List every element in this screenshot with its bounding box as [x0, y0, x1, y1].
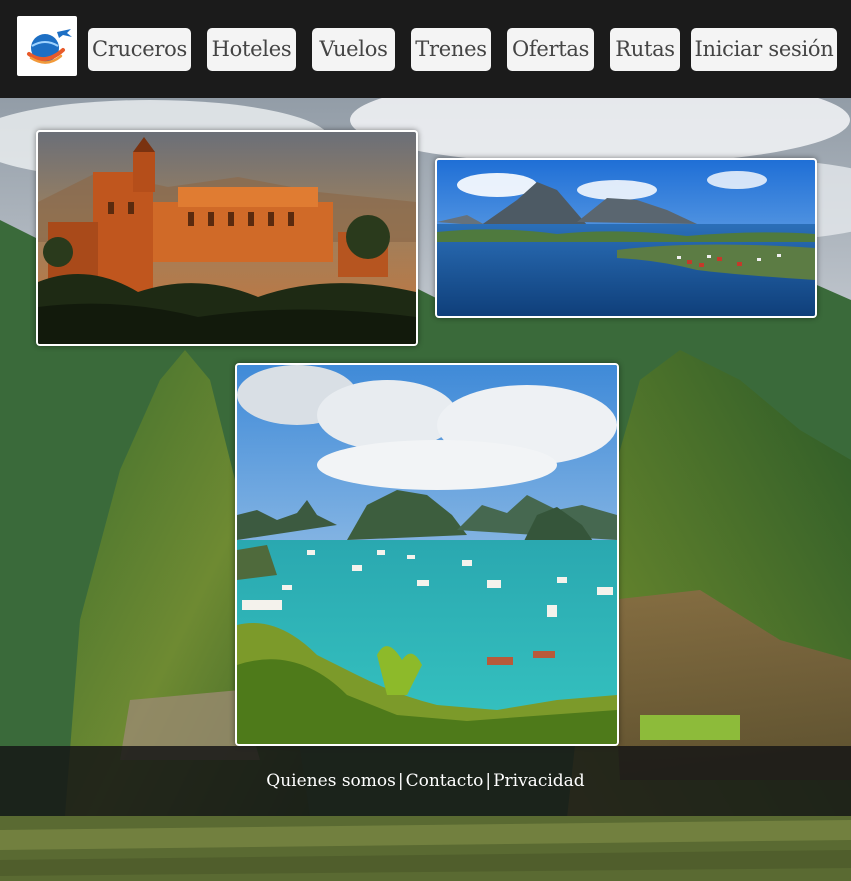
nav-rutas-button[interactable]: Rutas	[610, 28, 680, 71]
halong-bay-image	[237, 365, 617, 744]
footer-bar: Quienes somos | Contacto | Privacidad	[0, 746, 851, 816]
nav-ofertas-button[interactable]: Ofertas	[507, 28, 594, 71]
footer-link-privacy[interactable]: Privacidad	[493, 771, 585, 791]
footer-link-contact[interactable]: Contacto	[406, 771, 484, 791]
nav-hoteles-button[interactable]: Hoteles	[207, 28, 296, 71]
alhambra-image	[38, 132, 416, 344]
nav-login-button[interactable]: Iniciar sesión	[691, 28, 837, 71]
footer-link-about[interactable]: Quienes somos	[266, 771, 396, 791]
lofoten-image	[437, 160, 815, 316]
nav-vuelos-button[interactable]: Vuelos	[312, 28, 395, 71]
main-nav: Cruceros Hoteles Vuelos Trenes Ofertas R…	[0, 28, 851, 71]
header-bar: Cruceros Hoteles Vuelos Trenes Ofertas R…	[0, 0, 851, 98]
nav-trenes-button[interactable]: Trenes	[411, 28, 491, 71]
footer-separator: |	[485, 771, 492, 791]
photo-lofoten[interactable]	[435, 158, 817, 318]
footer-separator: |	[397, 771, 404, 791]
photo-halong-bay[interactable]	[235, 363, 619, 746]
photo-alhambra[interactable]	[36, 130, 418, 346]
nav-cruceros-button[interactable]: Cruceros	[88, 28, 191, 71]
